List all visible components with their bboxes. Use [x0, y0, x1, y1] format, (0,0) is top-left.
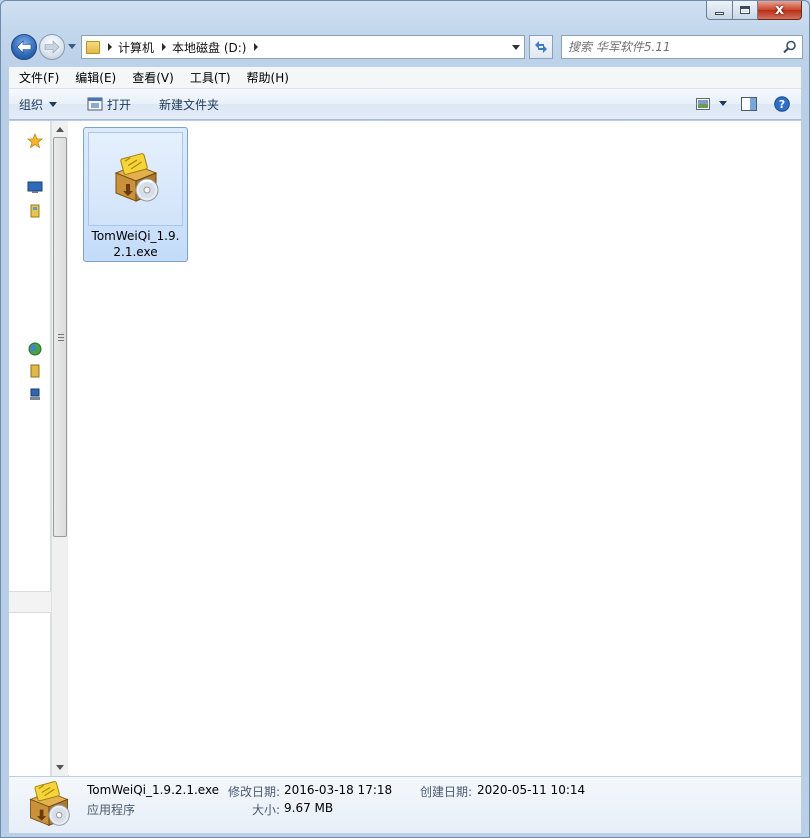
- view-icon: [696, 98, 710, 110]
- breadcrumb-local-disk[interactable]: 本地磁盘 (D:): [172, 39, 246, 56]
- menu-tools[interactable]: 工具(T): [182, 67, 239, 89]
- scrollbar-thumb[interactable]: [53, 137, 67, 537]
- close-button[interactable]: x: [758, 1, 802, 20]
- back-button[interactable]: [11, 34, 37, 60]
- chevron-down-icon: [49, 101, 58, 107]
- grip-icon: [58, 334, 64, 341]
- open-button[interactable]: 打开: [79, 92, 139, 116]
- new-folder-button[interactable]: 新建文件夹: [151, 92, 227, 116]
- created-date-value: 2020-05-11 10:14: [477, 783, 586, 797]
- help-icon: ?: [774, 96, 790, 112]
- navigation-bar: 计算机 本地磁盘 (D:): [9, 31, 803, 61]
- arrow-left-icon: [16, 40, 32, 54]
- favorites-star-icon[interactable]: [27, 133, 43, 149]
- command-toolbar: 组织 打开 新建文件夹 ?: [9, 89, 801, 120]
- desktop-icon[interactable]: [27, 179, 43, 195]
- libraries-icon[interactable]: [27, 203, 43, 219]
- breadcrumb-computer[interactable]: 计算机: [118, 39, 154, 56]
- details-file-name: TomWeiQi_1.9.2.1.exe: [87, 783, 220, 797]
- minimize-icon: [715, 11, 724, 15]
- close-icon: x: [774, 2, 785, 18]
- maximize-button[interactable]: [733, 1, 758, 20]
- maximize-icon: [740, 6, 750, 14]
- new-folder-label: 新建文件夹: [159, 97, 220, 112]
- search-input[interactable]: [568, 40, 768, 54]
- file-item[interactable]: TomWeiQi_1.9.2.1.exe: [83, 127, 188, 262]
- address-dropdown-icon[interactable]: [512, 45, 520, 50]
- help-button[interactable]: ?: [767, 92, 797, 116]
- minimize-button[interactable]: [706, 1, 733, 20]
- computer-icon[interactable]: [27, 363, 43, 379]
- scroll-down-icon[interactable]: [56, 765, 64, 770]
- breadcrumb-arrow-icon[interactable]: [162, 43, 167, 51]
- navigation-pane-divider: [9, 591, 51, 613]
- organize-label: 组织: [19, 97, 44, 112]
- open-label: 打开: [107, 97, 132, 112]
- search-icon: [783, 40, 796, 54]
- refresh-icon: [535, 41, 547, 53]
- search-box[interactable]: [561, 35, 803, 59]
- homegroup-icon[interactable]: [27, 341, 43, 357]
- change-view-button[interactable]: [691, 92, 715, 116]
- view-options-dropdown[interactable]: [715, 92, 731, 116]
- breadcrumb-arrow-icon[interactable]: [108, 43, 112, 51]
- view-controls: ?: [691, 92, 797, 116]
- folder-icon: [86, 40, 100, 54]
- menu-help[interactable]: 帮助(H): [239, 67, 297, 89]
- installer-package-icon: [114, 153, 158, 202]
- preview-pane-button[interactable]: [731, 92, 767, 116]
- modified-date-label: 修改日期:: [228, 785, 281, 799]
- open-app-icon: [87, 97, 103, 110]
- recent-pages-dropdown[interactable]: [67, 41, 77, 53]
- menu-view[interactable]: 查看(V): [124, 67, 182, 89]
- details-file-type: 应用程序: [87, 803, 136, 817]
- size-value: 9.67 MB: [284, 801, 334, 815]
- breadcrumb-arrow-icon[interactable]: [254, 43, 259, 51]
- scroll-up-icon[interactable]: [56, 127, 64, 132]
- caption-buttons: x: [706, 1, 802, 21]
- network-icon[interactable]: [27, 387, 43, 403]
- arrow-right-icon: [44, 40, 60, 54]
- forward-button[interactable]: [39, 34, 65, 60]
- menu-bar: 文件(F) 编辑(E) 查看(V) 工具(T) 帮助(H): [9, 67, 801, 89]
- content-area: TomWeiQi_1.9.2.1.exe: [9, 121, 801, 776]
- installer-package-icon: [29, 781, 70, 826]
- modified-date-value: 2016-03-18 17:18: [284, 783, 393, 797]
- svg-text:?: ?: [779, 98, 785, 111]
- refresh-button[interactable]: [529, 35, 553, 59]
- chevron-down-icon: [719, 101, 727, 106]
- details-pane: TomWeiQi_1.9.2.1.exe 应用程序 修改日期: 2016-03-…: [9, 777, 801, 833]
- file-thumbnail: [88, 132, 183, 226]
- navigation-pane: [9, 121, 51, 776]
- chevron-down-icon: [68, 44, 76, 49]
- file-name: TomWeiQi_1.9.2.1.exe: [91, 229, 180, 259]
- menu-edit[interactable]: 编辑(E): [67, 67, 124, 89]
- file-list[interactable]: TomWeiQi_1.9.2.1.exe: [69, 121, 801, 776]
- address-bar[interactable]: 计算机 本地磁盘 (D:): [81, 35, 525, 59]
- menu-file[interactable]: 文件(F): [11, 67, 67, 89]
- organize-button[interactable]: 组织: [9, 92, 65, 116]
- preview-pane-icon: [741, 97, 757, 111]
- created-date-label: 创建日期:: [420, 785, 473, 799]
- size-label: 大小:: [252, 803, 281, 817]
- navigation-scrollbar[interactable]: [51, 121, 68, 776]
- explorer-window: x 计算机 本地磁盘 (D:) 搜索 华军软件5.11 文件(F) 编辑(E) …: [0, 0, 810, 838]
